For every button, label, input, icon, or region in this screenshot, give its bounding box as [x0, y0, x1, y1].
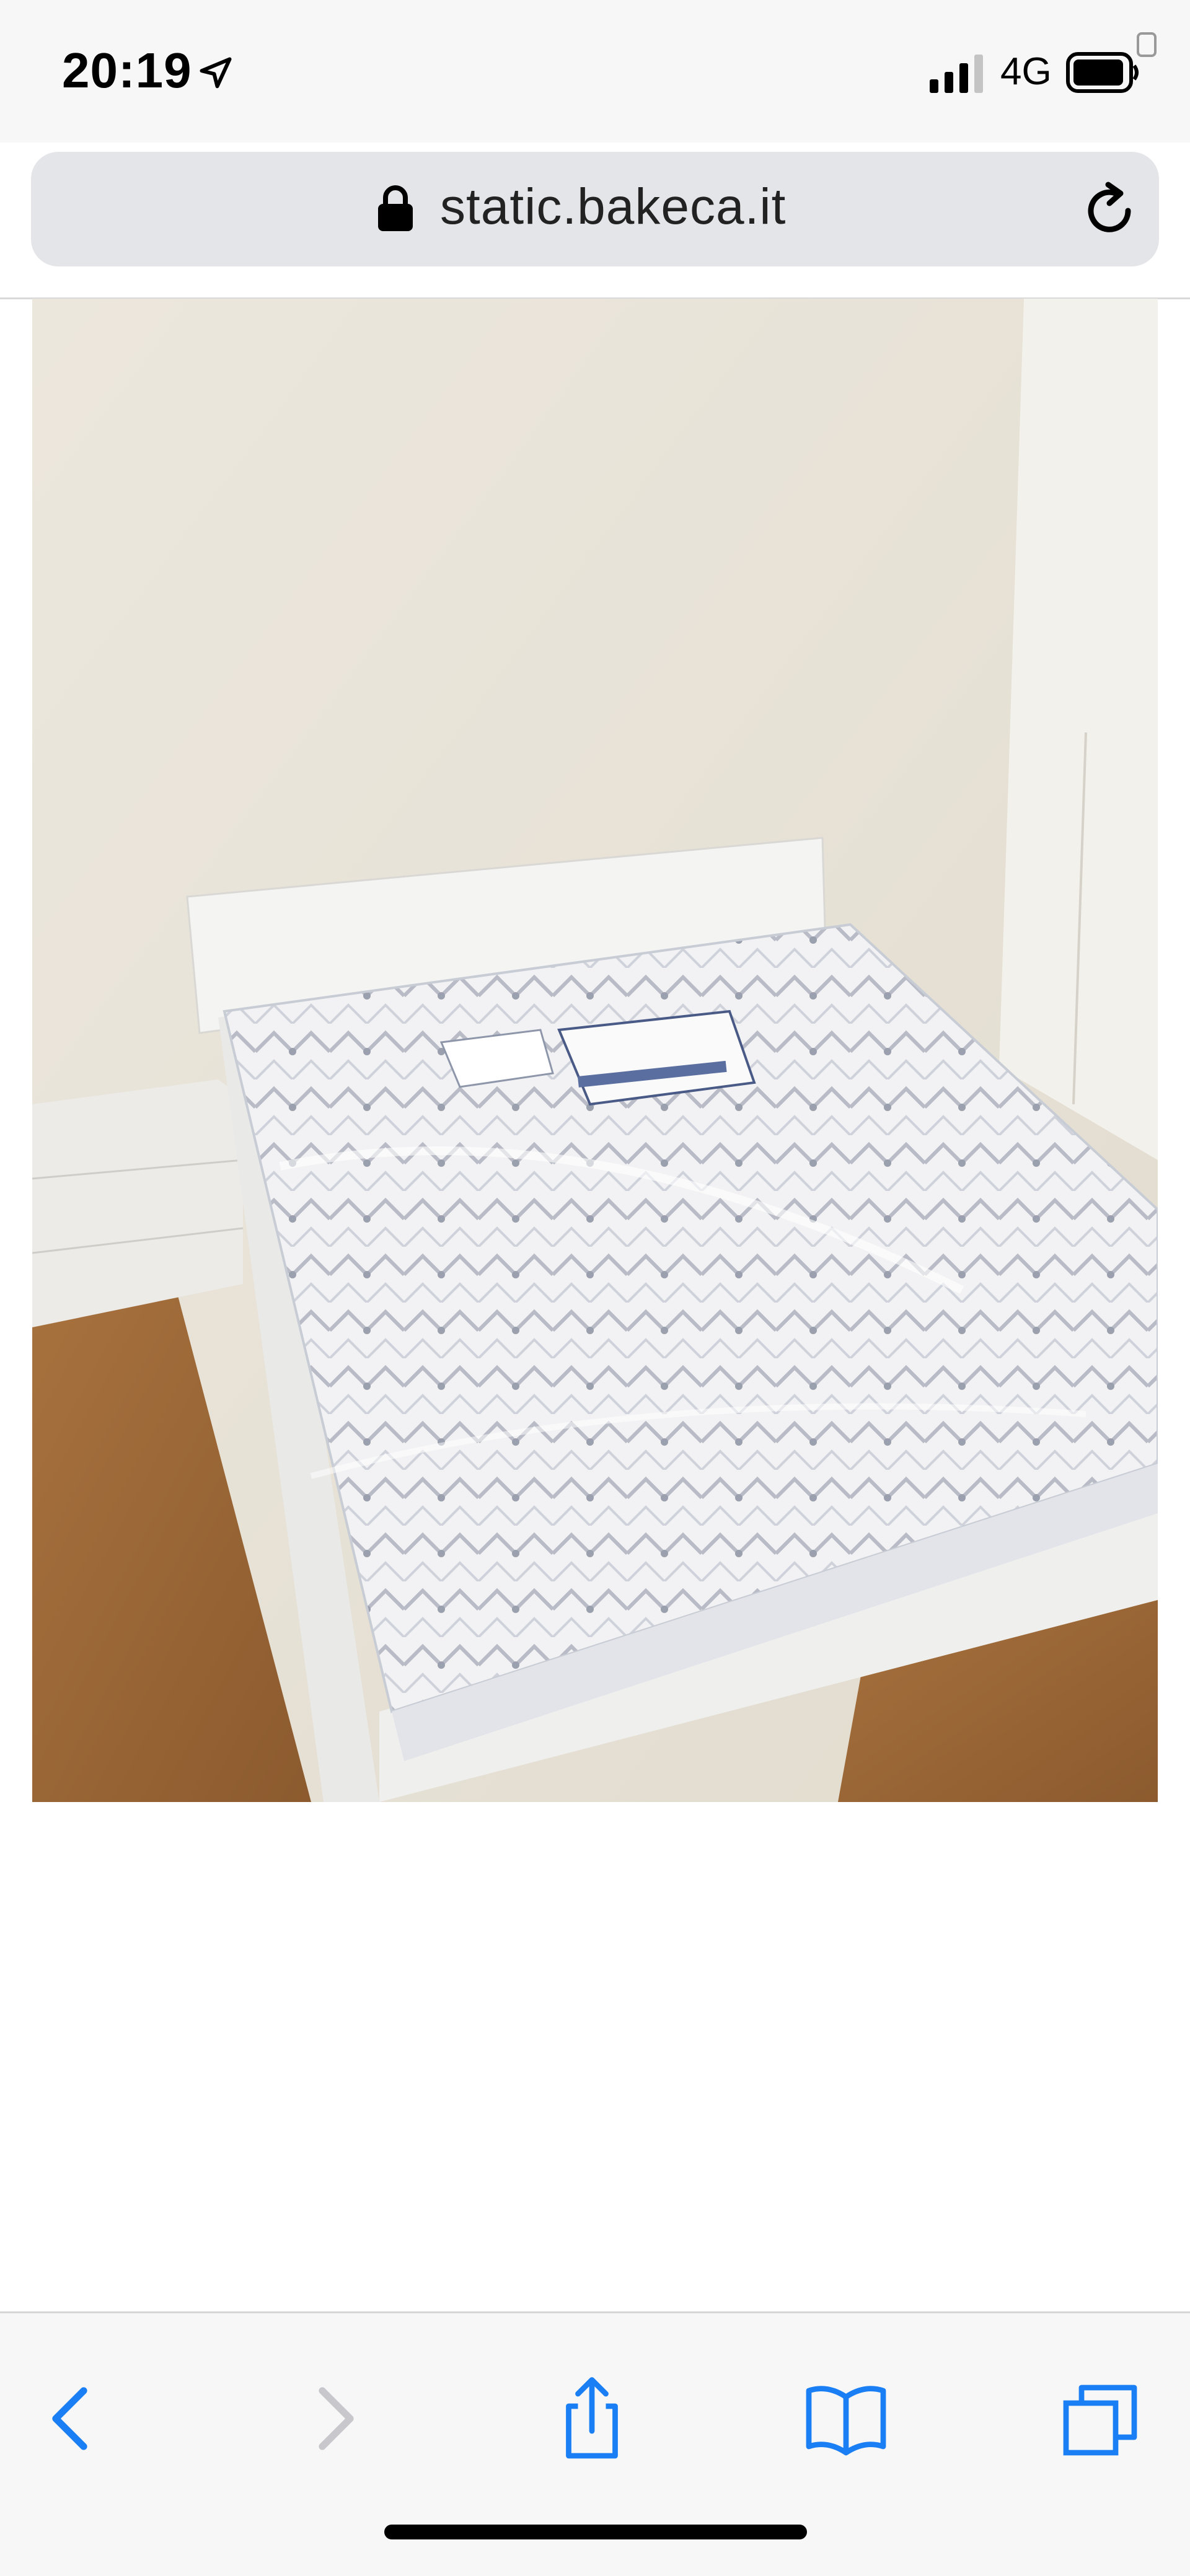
bed-photo-illustration	[32, 299, 1158, 1802]
battery-icon	[1066, 52, 1140, 93]
home-indicator[interactable]	[384, 2525, 807, 2539]
network-type: 4G	[1000, 50, 1052, 93]
location-arrow-icon	[197, 55, 234, 92]
share-icon[interactable]	[545, 2372, 638, 2465]
back-icon[interactable]	[25, 2372, 118, 2465]
clock: 20:19	[62, 43, 192, 98]
tabs-icon[interactable]	[1054, 2372, 1147, 2465]
url-text[interactable]: static.bakeca.it	[440, 178, 786, 236]
screen-mirror-icon	[1134, 31, 1159, 59]
bed-photo[interactable]	[32, 299, 1158, 1802]
address-bar[interactable]: static.bakeca.it	[31, 152, 1159, 266]
signal-icon	[930, 55, 987, 93]
lock-icon	[377, 184, 414, 232]
status-bar: 20:19 4G	[0, 0, 1190, 143]
forward-icon[interactable]	[288, 2372, 381, 2465]
reload-icon[interactable]	[1078, 180, 1140, 242]
bookmarks-icon[interactable]	[800, 2372, 892, 2465]
